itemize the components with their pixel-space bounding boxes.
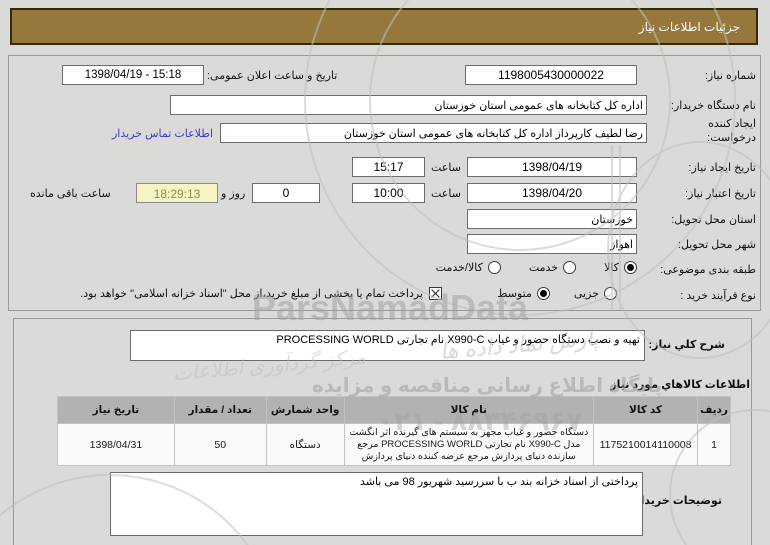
created-time-input[interactable]	[352, 157, 425, 177]
request-creator-input[interactable]	[220, 123, 647, 143]
cell-quantity: 50	[173, 423, 267, 466]
goods-table-row: 1 1175210014110008 دستگاه حضور و غیاب مج…	[57, 423, 731, 466]
process-type-label: نوع فرآیند خرید :	[680, 290, 756, 302]
goods-table-header-row: ردیف کد کالا نام کالا واحد شمارش تعداد /…	[57, 396, 731, 424]
announce-datetime-input[interactable]	[62, 65, 204, 85]
need-description-label: شرح کلي نیاز:	[648, 339, 725, 351]
delivery-province-input[interactable]	[467, 209, 637, 229]
validity-time-label: ساعت	[431, 188, 461, 200]
delivery-province-label: استان محل تحویل:	[671, 214, 756, 226]
radio-kala-label: کالا	[604, 262, 619, 274]
radio-kala-circle[interactable]	[624, 261, 637, 274]
buyer-contact-link[interactable]: اطلاعات تماس خریدار	[112, 127, 213, 140]
treasury-note: پرداخت تمام یا بخشی از مبلغ خرید،از محل …	[80, 288, 423, 300]
remaining-time-badge: 18:29:13	[136, 183, 218, 203]
col-unit: واحد شمارش	[265, 396, 345, 424]
col-quantity: تعداد / مقدار	[173, 396, 267, 424]
cell-item-name: دستگاه حضور و غیاب مجهز به سیستم های گیر…	[343, 423, 595, 466]
radio-khedmat-label: خدمت	[528, 262, 559, 274]
delivery-city-input[interactable]	[467, 234, 637, 254]
need-description-value: تهیه و نصب دستگاه حضور و غیاب X990-C نام…	[276, 334, 640, 346]
page-title: جزئیات اطلاعات نیاز	[638, 19, 740, 34]
radio-jozii-label: جزیی	[573, 288, 599, 300]
radio-khedmat[interactable]: خدمت	[528, 261, 577, 274]
radio-kala-khedmat-label: کالا/خدمت	[435, 262, 483, 274]
cell-unit: دستگاه	[265, 423, 345, 466]
radio-kala-khedmat[interactable]: کالا/خدمت	[436, 261, 501, 274]
created-date-label: تاریخ ایجاد نیاز:	[688, 162, 756, 174]
col-need-date: تاریخ نیاز	[57, 396, 175, 424]
radio-kala[interactable]: کالا	[604, 261, 637, 274]
cell-item-code: 1175210014110008	[593, 423, 699, 466]
radio-jozii[interactable]: جزیی	[574, 287, 617, 300]
buyer-notes-textarea[interactable]: پرداختی از اسناد خزانه بند ب با سررسید ش…	[110, 472, 643, 536]
buyer-org-label: نام دستگاه خریدار:	[670, 100, 756, 112]
validity-date-label: تاریخ اعتبار نیاز:	[684, 188, 756, 200]
cell-need-date: 1398/04/31	[57, 423, 175, 466]
radio-kala-khedmat-circle[interactable]	[487, 261, 501, 274]
remaining-days-input[interactable]	[252, 183, 320, 203]
radio-jozii-circle[interactable]	[604, 287, 617, 300]
need-number-label: شماره نیاز:	[704, 70, 756, 82]
classification-radio-group: کالا خدمت کالا/خدمت	[436, 261, 637, 274]
validity-date-input[interactable]	[467, 183, 637, 203]
remaining-time-suffix: ساعت باقی مانده	[30, 188, 111, 200]
page-title-bar: جزئیات اطلاعات نیاز	[10, 8, 758, 45]
col-item-code: کد کالا	[593, 396, 699, 424]
delivery-city-label: شهر محل تحویل:	[677, 239, 756, 251]
treasury-checkbox[interactable]	[429, 287, 442, 300]
announce-datetime-label: تاریخ و ساعت اعلان عمومی:	[207, 70, 338, 82]
col-item-name: نام کالا	[343, 396, 595, 424]
radio-motevasset[interactable]: متوسط	[497, 287, 550, 300]
classification-label: طبقه بندی موضوعی:	[660, 264, 756, 276]
buyer-notes-label: توضیحات خریدار:	[630, 495, 722, 507]
cell-row-number: 1	[697, 423, 731, 466]
radio-khedmat-circle[interactable]	[563, 261, 577, 274]
radio-motevasset-label: متوسط	[497, 288, 532, 300]
treasury-check-item: پرداخت تمام یا بخشی از مبلغ خرید،از محل …	[80, 287, 442, 300]
need-number-input[interactable]	[465, 65, 637, 85]
radio-motevasset-circle[interactable]	[536, 287, 550, 300]
request-creator-label: ایجاد کننده درخواست:	[707, 118, 756, 144]
remaining-days-suffix: روز و	[221, 188, 246, 200]
page: { "page": { "title": "جزئیات اطلاعات نیا…	[0, 0, 770, 545]
validity-time-input[interactable]	[352, 183, 425, 203]
created-time-label: ساعت	[431, 162, 461, 174]
created-date-input[interactable]	[467, 157, 637, 177]
col-row-number: ردیف	[697, 396, 731, 424]
buyer-notes-value: پرداختی از اسناد خزانه بند ب با سررسید ش…	[359, 476, 638, 488]
need-description-input[interactable]: تهیه و نصب دستگاه حضور و غیاب X990-C نام…	[130, 330, 645, 361]
process-type-radio-group: جزیی متوسط	[497, 287, 617, 300]
goods-table: ردیف کد کالا نام کالا واحد شمارش تعداد /…	[57, 396, 731, 466]
goods-section-title: اطلاعات کالاهاي مورد نیاز	[610, 379, 750, 391]
buyer-org-input[interactable]	[170, 95, 647, 115]
